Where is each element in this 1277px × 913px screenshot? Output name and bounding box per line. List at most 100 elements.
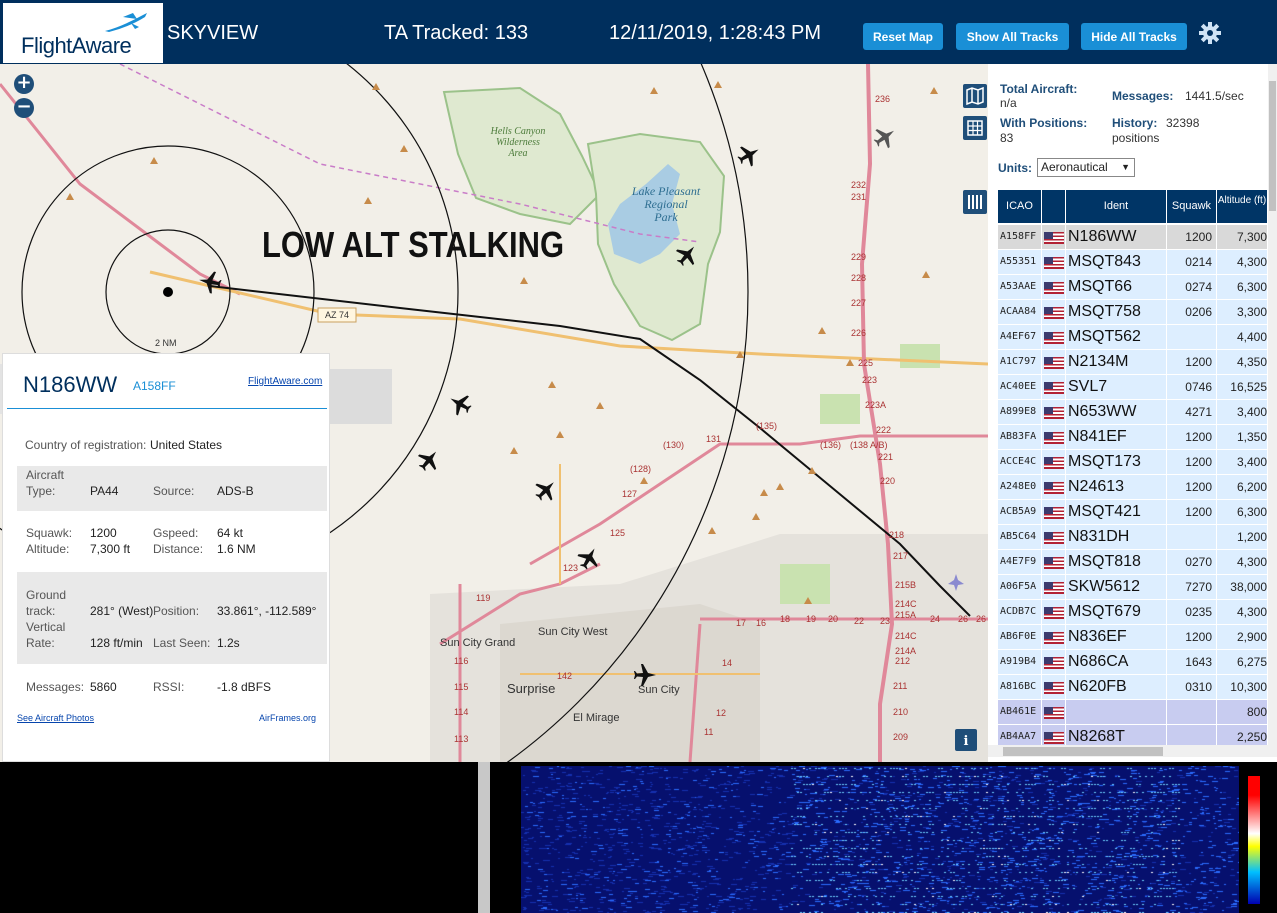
squawk-cell: 1643: [1167, 650, 1217, 674]
altitude-cell: 16,525: [1217, 375, 1268, 399]
exit-label: 26: [976, 614, 986, 624]
flightaware-logo[interactable]: FlightAware: [3, 3, 163, 63]
zoom-in-button[interactable]: +: [14, 74, 34, 94]
show-all-tracks-button[interactable]: Show All Tracks: [956, 23, 1069, 50]
altitude-label: Altitude:: [26, 542, 70, 556]
col-ident[interactable]: Ident: [1066, 190, 1167, 223]
i17-label: 218: [889, 530, 904, 540]
aircraft-photos-link[interactable]: See Aircraft Photos: [17, 713, 94, 723]
table-row[interactable]: A919B4 N686CA 1643 6,275: [998, 650, 1268, 674]
label-sun-city-west: Sun City West: [538, 626, 608, 638]
aircraft-list-panel: Total Aircraft: n/a Messages: 1441.5/sec…: [988, 64, 1277, 762]
columns-icon[interactable]: [963, 190, 987, 214]
ident-cell: N841EF: [1066, 425, 1167, 449]
i17-label: 221: [878, 452, 893, 462]
flag-cell: [1042, 375, 1066, 399]
distance-value: 1.6 NM: [217, 542, 256, 556]
table-row[interactable]: AB5C64 N831DH 1,200: [998, 525, 1268, 549]
table-row[interactable]: A158FF N186WW 1200 7,300: [998, 225, 1268, 249]
units-select-value: Aeronautical: [1041, 160, 1108, 174]
col-flag[interactable]: [1042, 190, 1066, 223]
table-row[interactable]: A4EF67 MSQT562 4,400: [998, 325, 1268, 349]
label-lake-pleasant-1: Lake Pleasant: [631, 184, 701, 198]
flag-cell: [1042, 400, 1066, 424]
altitude-value: 7,300 ft: [90, 542, 131, 556]
hide-all-tracks-button[interactable]: Hide All Tracks: [1081, 23, 1187, 50]
aircraft-marker[interactable]: [632, 662, 658, 688]
table-row[interactable]: AB461E 800: [998, 700, 1268, 724]
squawk-label: Squawk:: [26, 526, 73, 540]
i17-label: 215B: [895, 580, 916, 590]
us-flag-icon: [1044, 482, 1064, 494]
table-row[interactable]: A06F5A SKW5612 7270 38,000: [998, 575, 1268, 599]
i17-label: 215A: [895, 610, 916, 620]
horizontal-scrollbar-thumb[interactable]: [1003, 747, 1163, 756]
flag-cell: [1042, 500, 1066, 524]
col-altitude[interactable]: Altitude (ft): [1217, 190, 1268, 223]
table-row[interactable]: AB6F0E N836EF 1200 2,900: [998, 625, 1268, 649]
table-row[interactable]: ACAA84 MSQT758 0206 3,300: [998, 300, 1268, 324]
icao-cell: A4EF67: [998, 325, 1042, 349]
altitude-cell: 4,300: [1217, 550, 1268, 574]
altitude-cell: 4,400: [1217, 325, 1268, 349]
table-row[interactable]: A4E7F9 MSQT818 0270 4,300: [998, 550, 1268, 574]
vertical-scrollbar-thumb[interactable]: [1269, 81, 1276, 211]
table-row[interactable]: A55351 MSQT843 0214 4,300: [998, 250, 1268, 274]
aircraft-marker[interactable]: [576, 545, 602, 571]
us-flag-icon: [1044, 432, 1064, 444]
flag-cell: [1042, 700, 1066, 724]
flightaware-link[interactable]: FlightAware.com: [248, 376, 322, 387]
selected-icao: A158FF: [133, 379, 176, 393]
aircraft-marker[interactable]: [674, 242, 700, 268]
aircraft-marker[interactable]: [736, 142, 762, 168]
table-row[interactable]: ACCE4C MSQT173 1200 3,400: [998, 450, 1268, 474]
info-icon[interactable]: i: [955, 729, 977, 751]
reset-map-button[interactable]: Reset Map: [863, 23, 943, 50]
aircraft-marker[interactable]: [447, 391, 473, 417]
chevron-down-icon: ▼: [1121, 162, 1130, 172]
overlay-annotation: LOW ALT STALKING: [262, 224, 565, 265]
grid-icon[interactable]: [963, 116, 987, 140]
col-icao[interactable]: ICAO: [998, 190, 1042, 223]
aircraft-marker-selected[interactable]: [197, 269, 223, 295]
squawk-cell: 0746: [1167, 375, 1217, 399]
table-row[interactable]: ACB5A9 MSQT421 1200 6,300: [998, 500, 1268, 524]
zoom-out-button[interactable]: −: [14, 98, 34, 118]
table-row[interactable]: AB83FA N841EF 1200 1,350: [998, 425, 1268, 449]
altitude-cell: 6,200: [1217, 475, 1268, 499]
label-hells-canyon-2: Wilderness: [496, 137, 540, 148]
position-label: Position:: [153, 604, 200, 618]
road-label-138: (138 A/B): [850, 440, 888, 450]
icao-cell: A06F5A: [998, 575, 1042, 599]
squawk-cell: 0206: [1167, 300, 1217, 324]
i17-label: 225: [858, 358, 873, 368]
gear-icon[interactable]: [1199, 22, 1221, 44]
table-row[interactable]: A248E0 N24613 1200 6,200: [998, 475, 1268, 499]
road-label-128: (128): [630, 464, 651, 474]
us-flag-icon: [1044, 382, 1064, 394]
icao-cell: A1C797: [998, 350, 1042, 374]
airframes-link[interactable]: AirFrames.org: [259, 713, 316, 723]
country-label: Country of registration:: [25, 438, 147, 452]
aircraft-marker[interactable]: [416, 447, 442, 473]
table-row[interactable]: ACDB7C MSQT679 0235 4,300: [998, 600, 1268, 624]
icao-cell: AB461E: [998, 700, 1042, 724]
map-layers-icon[interactable]: [963, 84, 987, 108]
label-surprise: Surprise: [507, 681, 555, 696]
us-flag-icon: [1044, 732, 1064, 744]
table-row[interactable]: A1C797 N2134M 1200 4,350: [998, 350, 1268, 374]
table-row[interactable]: AC40EE SVL7 0746 16,525: [998, 375, 1268, 399]
road-label-131: 131: [706, 434, 721, 444]
aircraft-marker[interactable]: [533, 477, 559, 503]
table-row[interactable]: A53AAE MSQT66 0274 6,300: [998, 275, 1268, 299]
col-squawk[interactable]: Squawk: [1167, 190, 1217, 223]
table-row[interactable]: A899E8 N653WW 4271 3,400: [998, 400, 1268, 424]
units-select[interactable]: Aeronautical ▼: [1037, 158, 1135, 177]
table-row[interactable]: A816BC N620FB 0310 10,300: [998, 675, 1268, 699]
waterfall-divider[interactable]: [478, 762, 490, 913]
squawk-cell: 1200: [1167, 450, 1217, 474]
squawk-cell: 0214: [1167, 250, 1217, 274]
aircraft-marker[interactable]: [872, 124, 898, 150]
road-label-116: 116: [454, 656, 468, 666]
icao-cell: A919B4: [998, 650, 1042, 674]
